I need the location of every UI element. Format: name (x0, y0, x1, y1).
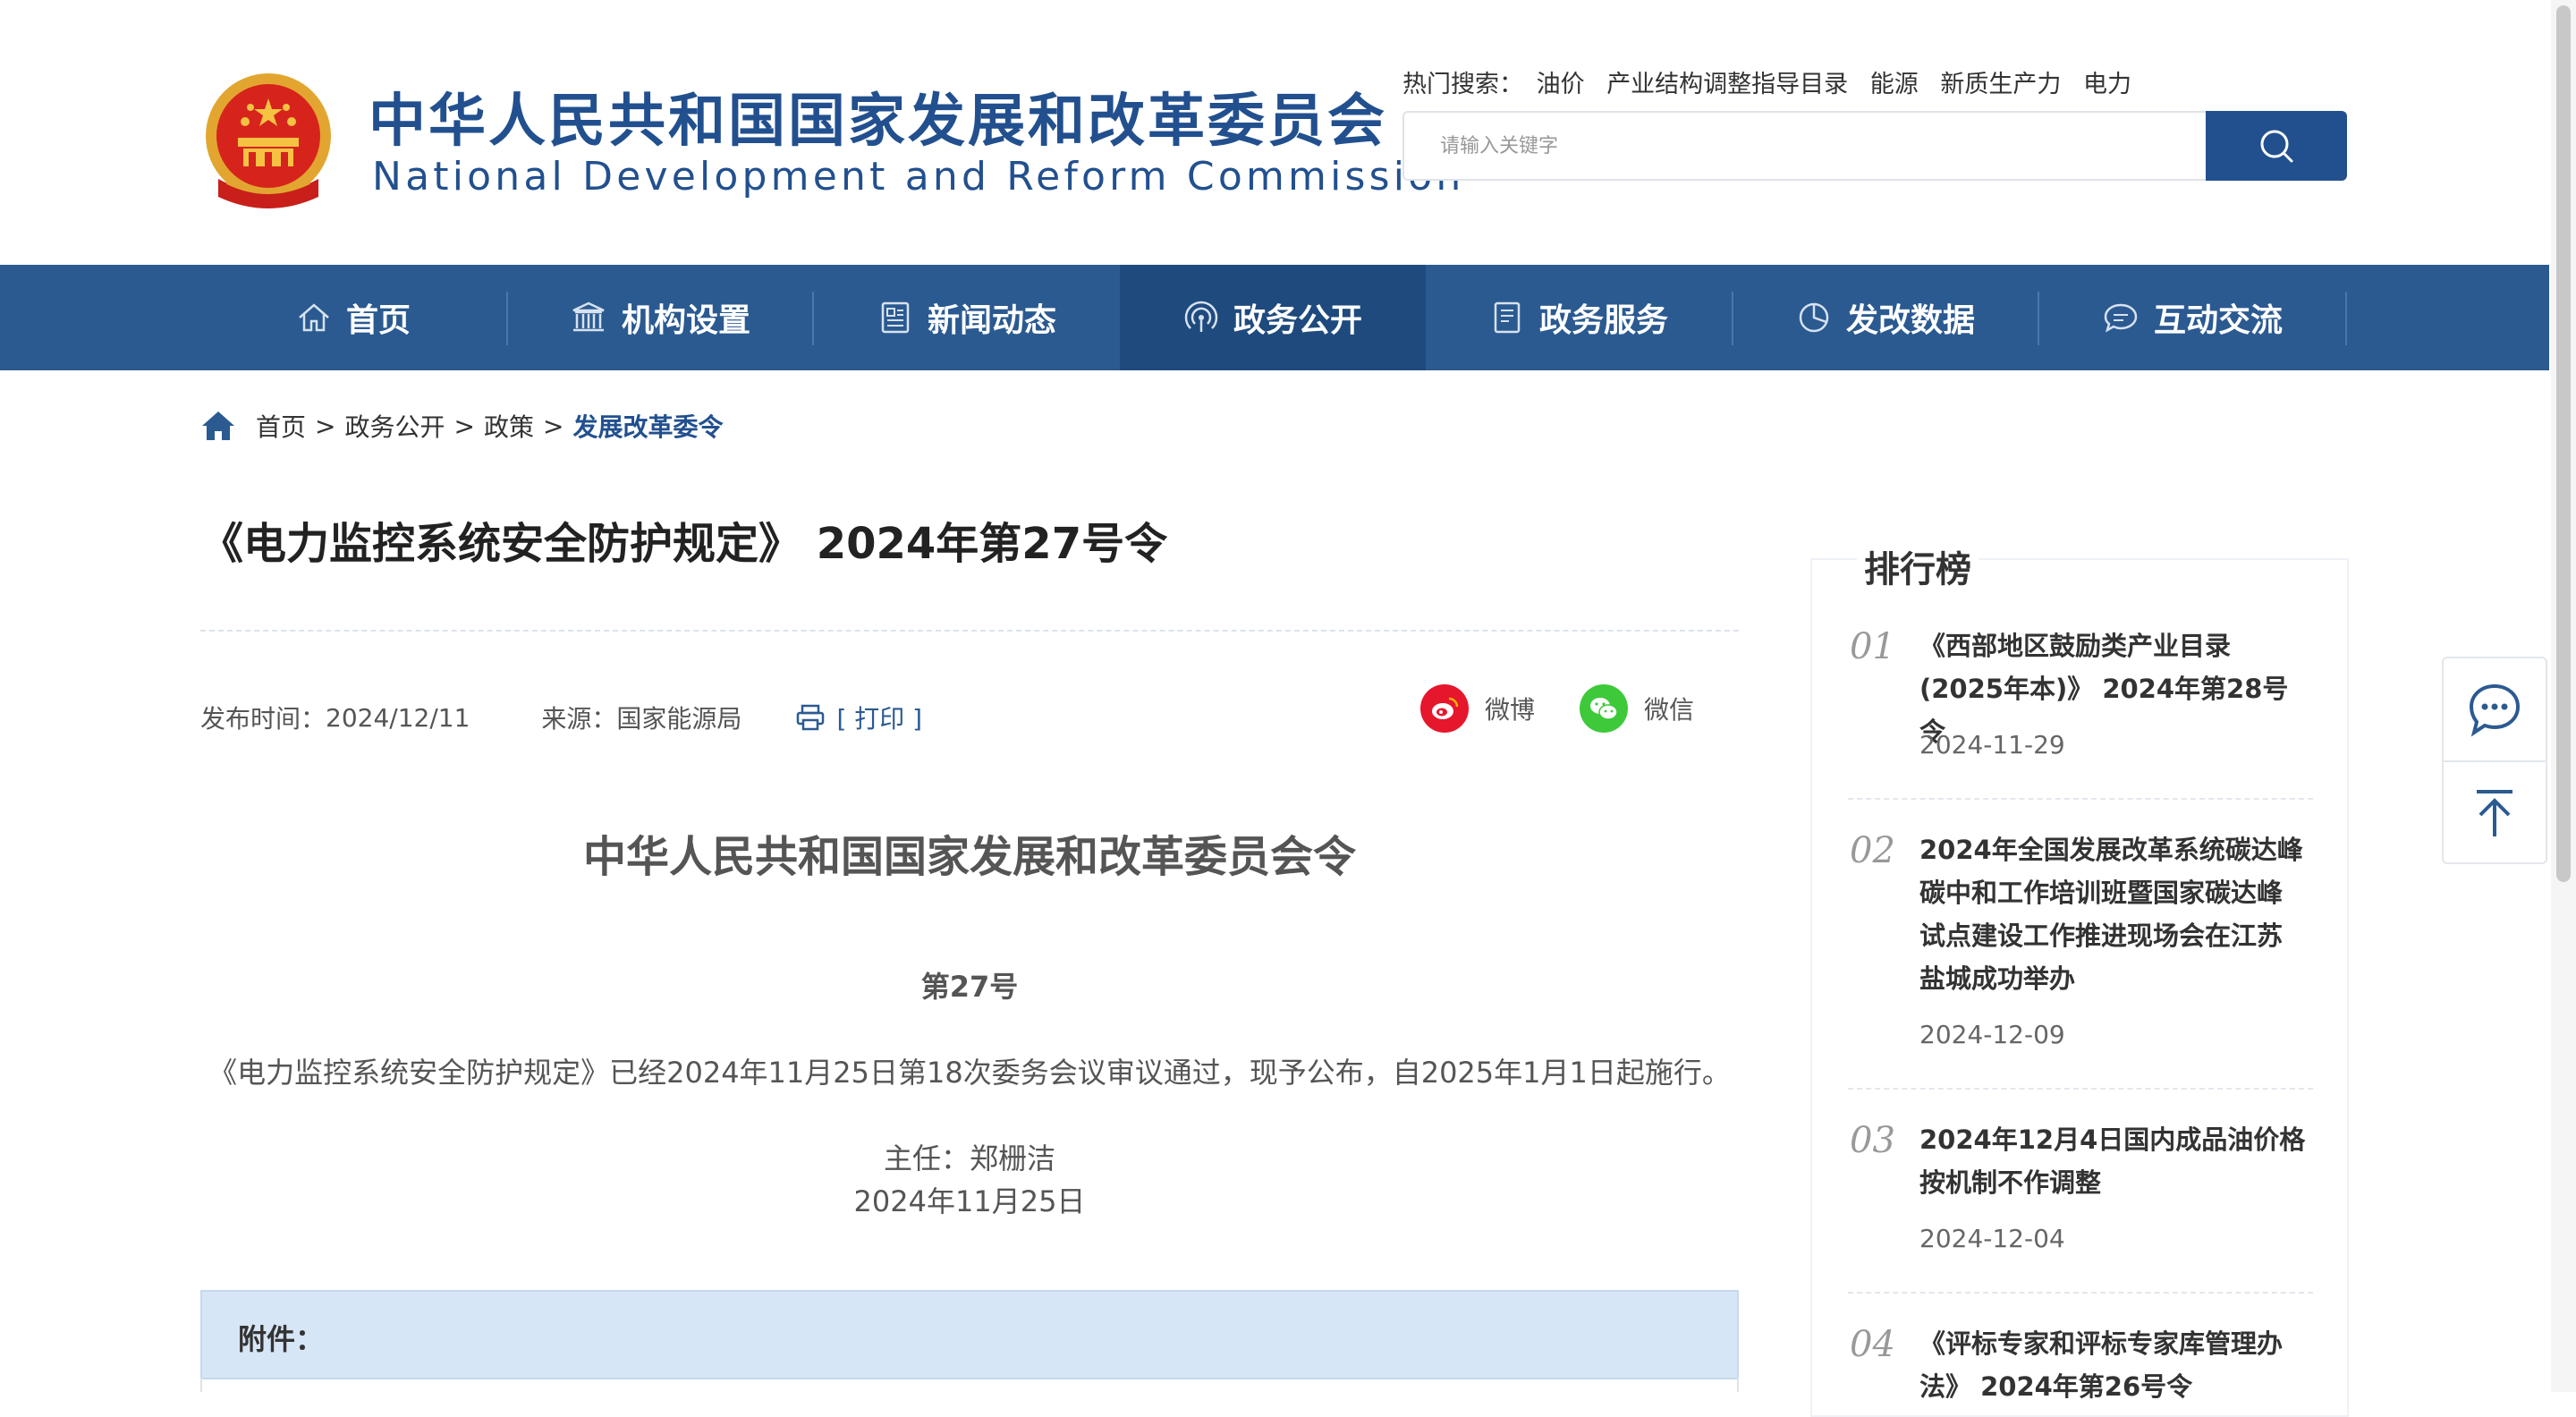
rank-item-title-line: 2024年12月4日国内成品油价格 (1919, 1124, 2306, 1155)
attachment-panel: 附件： (200, 1290, 1739, 1379)
nav-label: 首页 (345, 302, 411, 339)
article-title: 《电力监控系统安全防护规定》 2024年第27号令 (200, 519, 1168, 569)
rank-item-title-line: 按机制不作调整 (1919, 1167, 2102, 1198)
print-button[interactable]: [ 打印 ] (795, 700, 922, 735)
search-input[interactable] (1404, 113, 2207, 179)
home-icon (299, 303, 329, 332)
nav-ndrc-data[interactable]: 发改数据 (1733, 265, 2038, 370)
share-weibo-label: 微博 (1485, 695, 1536, 725)
search-button[interactable] (2206, 111, 2347, 181)
breadcrumb-gov-open[interactable]: 政务公开 (344, 408, 445, 444)
site-title-cn: 中华人民共和国国家发展和改革委员会 (369, 89, 1387, 155)
document-icon (1494, 301, 1521, 334)
document-signatory: 主任：郑栅洁 (883, 1141, 1055, 1175)
nav-gov-services[interactable]: 政务服务 (1426, 265, 1732, 370)
rank-item-link[interactable]: 2024年12月4日国内成品油价格 按机制不作调整 (1919, 1118, 2313, 1204)
nav-label: 互动交流 (2153, 302, 2283, 339)
breadcrumb-separator: > (542, 411, 564, 441)
chat-icon (2104, 303, 2138, 333)
print-label: [ 打印 ] (836, 704, 923, 734)
breadcrumb: 首页 > 政务公开 > 政策 > 发展改革委令 (200, 408, 723, 444)
rank-item-link[interactable]: 《评标专家和评标专家库管理办 法》 2024年第26号令 (1919, 1322, 2313, 1408)
rank-item-title-line: 试点建设工作推进现场会在江苏 (1919, 921, 2284, 951)
document-heading: 中华人民共和国国家发展和改革委员会令 (582, 832, 1356, 882)
publish-date: 2024/12/11 (326, 702, 470, 733)
hot-search: 热门搜索： 油价 产业结构调整指导目录 能源 新质生产力 电力 (1402, 64, 2146, 99)
rank-item-title-line: 碳中和工作培训班暨国家碳达峰 (1919, 878, 2284, 908)
breadcrumb-separator: > (453, 411, 475, 441)
rank-item-link[interactable]: 2024年全国发展改革系统碳达峰 碳中和工作培训班暨国家碳达峰 试点建设工作推进… (1919, 828, 2313, 1000)
back-to-top-icon (2477, 790, 2512, 836)
hot-search-link[interactable]: 产业结构调整指导目录 (1606, 71, 1848, 98)
search-icon (2260, 130, 2293, 163)
rank-item-title-line: 法》 2024年第26号令 (1919, 1371, 2193, 1402)
home-icon[interactable] (200, 410, 236, 442)
hot-search-link[interactable]: 新质生产力 (1940, 71, 2061, 98)
document-body: 《电力监控系统安全防护规定》已经2024年11月25日第18次委务会议审议通过，… (208, 1056, 1731, 1090)
nav-label: 政务公开 (1233, 302, 1362, 339)
news-icon (881, 301, 910, 334)
attachment-list (200, 1378, 1739, 1392)
source-label: 来源： (541, 704, 617, 734)
rank-item-title-line: 盐城成功举办 (1919, 963, 2076, 994)
breadcrumb-home[interactable]: 首页 (256, 408, 306, 444)
breadcrumb-separator: > (315, 411, 336, 441)
rank-number: 01 (1850, 626, 1895, 667)
weibo-icon (1420, 684, 1469, 733)
printer-icon (797, 704, 825, 731)
chat-bubble-icon (2469, 683, 2521, 737)
hot-search-link[interactable]: 电力 (2083, 71, 2131, 98)
rank-number: 04 (1850, 1324, 1895, 1365)
rank-item-date: 2024-12-09 (1919, 1020, 2065, 1049)
nav-interaction[interactable]: 互动交流 (2039, 265, 2345, 370)
document-number: 第27号 (920, 970, 1019, 1004)
pie-chart-icon (1799, 302, 1829, 333)
title-divider (200, 630, 1739, 632)
nav-divider (2345, 292, 2347, 345)
nav-label: 政务服务 (1538, 302, 1668, 339)
share-weibo[interactable]: 微博 (1420, 682, 1535, 735)
consult-button[interactable] (2444, 658, 2546, 760)
hot-search-link[interactable]: 油价 (1537, 71, 1585, 98)
publish-label: 发布时间： (200, 704, 326, 734)
search-field[interactable] (1402, 111, 2207, 181)
back-to-top-button[interactable] (2444, 762, 2546, 864)
rank-item-title-line: 《西部地区鼓励类产业目录 (1919, 631, 2232, 661)
hot-search-link[interactable]: 能源 (1870, 71, 1919, 98)
rank-number: 02 (1850, 830, 1895, 871)
rank-divider (1848, 1292, 2313, 1294)
nav-news[interactable]: 新闻动态 (814, 265, 1120, 370)
attachment-label: 附件： (238, 1322, 325, 1356)
nav-gov-affairs-open[interactable]: 政务公开 (1120, 265, 1426, 370)
ranking-title: 排行榜 (1857, 540, 1979, 592)
rank-item-title-line: 《评标专家和评标专家库管理办 (1919, 1328, 2284, 1359)
article-meta: 发布时间： 2024/12/11 来源： 国家能源局 [ 打印 ] (200, 700, 922, 735)
breadcrumb-current[interactable]: 发展改革委令 (572, 408, 723, 444)
broadcast-icon (1184, 301, 1218, 332)
wechat-icon (1580, 684, 1628, 733)
document-date: 2024年11月25日 (853, 1184, 1086, 1218)
rank-item-date: 2024-12-04 (1919, 1224, 2065, 1253)
site-title-en: National Development and Reform Commissi… (372, 154, 1465, 199)
nav-label: 新闻动态 (927, 302, 1056, 339)
nav-label: 发改数据 (1845, 302, 1975, 339)
scrollbar-thumb[interactable] (2556, 5, 2571, 882)
national-emblem-logo[interactable] (200, 72, 336, 218)
breadcrumb-policy[interactable]: 政策 (484, 408, 534, 444)
rank-divider (1848, 798, 2313, 800)
rank-divider (1848, 1088, 2313, 1090)
rank-number: 03 (1850, 1120, 1895, 1161)
building-icon (572, 301, 605, 332)
source-value: 国家能源局 (616, 704, 742, 734)
share-wechat[interactable]: 微信 (1580, 682, 1694, 735)
floating-toolbar (2442, 657, 2547, 864)
main-nav: 首页 机构设置 新闻动态 政务公开 政务服务 发改数据 互动交流 (0, 265, 2549, 370)
rank-item-date: 2024-11-29 (1919, 730, 2065, 759)
nav-home[interactable]: 首页 (200, 265, 506, 370)
nav-institutions[interactable]: 机构设置 (508, 265, 812, 370)
nav-label: 机构设置 (621, 302, 750, 339)
rank-item-title-line: 2024年全国发展改革系统碳达峰 (1919, 835, 2303, 865)
hot-search-label: 热门搜索： (1402, 71, 1523, 98)
share-wechat-label: 微信 (1644, 695, 1695, 725)
